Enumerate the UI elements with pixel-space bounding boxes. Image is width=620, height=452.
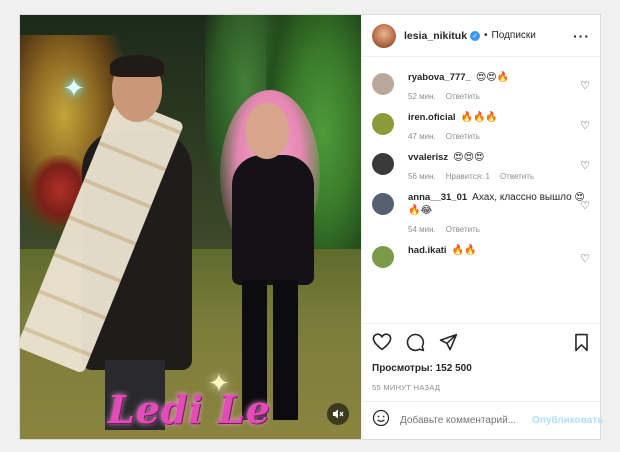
add-comment-bar: Опубликовать: [362, 401, 603, 439]
comment-meta: 47 мин. Ответить: [408, 132, 590, 141]
separator: •: [484, 30, 488, 41]
post-actions: [362, 323, 600, 363]
comment-text: 🔥🔥🔥: [460, 112, 498, 123]
comment-text: 😍😍🔥: [475, 72, 510, 83]
comment-item: anna__31_01 Ахах, классно вышло 😍🔥😂 54 ми…: [372, 191, 590, 234]
comment-time[interactable]: 47 мин.: [408, 132, 436, 141]
commenter-avatar[interactable]: [372, 153, 394, 175]
comment-time[interactable]: 52 мин.: [408, 92, 436, 101]
post-video[interactable]: ✦ ✦ Ledi Le: [20, 15, 361, 439]
reply-button[interactable]: Ответить: [500, 172, 534, 181]
commenter-avatar[interactable]: [372, 246, 394, 268]
heart-icon[interactable]: ♡: [580, 79, 590, 92]
video-watermark: Ledi Le: [108, 387, 272, 432]
commenter-avatar[interactable]: [372, 113, 394, 135]
comment-item: ryabova_777_ 😍😍🔥 52 мин. Ответить ♡: [372, 71, 590, 101]
comment-time[interactable]: 56 мин.: [408, 172, 436, 181]
man-hair: [110, 55, 164, 77]
bookmark-icon[interactable]: [573, 333, 590, 355]
comment-text: 😍😍😍: [453, 152, 485, 163]
heart-icon[interactable]: ♡: [580, 199, 590, 212]
commenter-username[interactable]: anna__31_01: [408, 192, 467, 203]
following-button[interactable]: Подписки: [492, 30, 536, 41]
comment-input[interactable]: [400, 415, 532, 426]
comment-body: ryabova_777_ 😍😍🔥 52 мин. Ответить: [408, 71, 590, 101]
post-header: lesia_nikituk ✓ • Подписки ···: [362, 15, 600, 57]
post-time[interactable]: 55 МИНУТ НАЗАД: [362, 379, 600, 395]
comment-meta: 52 мин. Ответить: [408, 92, 590, 101]
comment-meta: 54 мин. Ответить: [408, 225, 590, 234]
heart-icon[interactable]: ♡: [580, 119, 590, 132]
heart-icon[interactable]: [372, 333, 392, 354]
reply-button[interactable]: Ответить: [446, 225, 480, 234]
woman-head: [245, 103, 289, 159]
commenter-username[interactable]: vvalerisz: [408, 152, 448, 163]
comment-likes[interactable]: Нравится: 1: [446, 172, 490, 181]
share-glyph: [439, 333, 458, 350]
commenter-avatar[interactable]: [372, 73, 394, 95]
comment-item: had.ikati 🔥🔥 ♡: [372, 244, 590, 268]
commenter-username[interactable]: iren.oficial: [408, 112, 456, 123]
views-count[interactable]: Просмотры: 152 500: [362, 363, 600, 379]
publish-button[interactable]: Опубликовать: [532, 415, 603, 426]
comments-list[interactable]: ryabova_777_ 😍😍🔥 52 мин. Ответить ♡ iren.o…: [362, 57, 600, 323]
comment-text: 🔥🔥: [451, 245, 477, 256]
author-username[interactable]: lesia_nikituk: [404, 30, 467, 42]
comment-body: anna__31_01 Ахах, классно вышло 😍🔥😂 54 ми…: [408, 191, 590, 234]
heart-icon[interactable]: ♡: [580, 252, 590, 265]
reply-button[interactable]: Ответить: [446, 132, 480, 141]
instagram-post: ✦ ✦ Ledi Le lesia_nikituk ✓ • Подписки ·…: [19, 14, 603, 440]
post-sidebar: lesia_nikituk ✓ • Подписки ··· ryabova_7…: [361, 15, 603, 439]
sparkle-icon: ✦: [63, 73, 85, 103]
comment-item: vvalerisz 😍😍😍 56 мин. Нравится: 1 Ответить …: [372, 151, 590, 181]
bookmark-glyph: [575, 333, 588, 351]
comment-body: iren.oficial 🔥🔥🔥 47 мин. Ответить: [408, 111, 590, 141]
comment-body: vvalerisz 😍😍😍 56 мин. Нравится: 1 Ответить: [408, 151, 590, 181]
paper-plane-icon[interactable]: [439, 333, 458, 355]
commenter-avatar[interactable]: [372, 193, 394, 215]
more-dots-icon[interactable]: ···: [573, 28, 590, 44]
smile-icon[interactable]: [372, 409, 390, 432]
speaker-muted-glyph: [333, 409, 344, 419]
comment-item: iren.oficial 🔥🔥🔥 47 мин. Ответить ♡: [372, 111, 590, 141]
comment-glyph: [406, 333, 425, 351]
comment-body: had.ikati 🔥🔥: [408, 244, 590, 257]
commenter-username[interactable]: ryabova_777_: [408, 72, 471, 83]
verified-badge-icon: ✓: [470, 30, 481, 41]
heart-glyph: [372, 333, 392, 351]
author-avatar[interactable]: [372, 23, 396, 48]
reply-button[interactable]: Ответить: [446, 92, 480, 101]
heart-icon[interactable]: ♡: [580, 159, 590, 172]
comment-time[interactable]: 54 мин.: [408, 225, 436, 234]
woman-figure: [232, 155, 314, 285]
comment-meta: 56 мин. Нравится: 1 Ответить: [408, 172, 590, 181]
speaker-muted-icon[interactable]: [327, 403, 349, 425]
comment-bubble-icon[interactable]: [406, 333, 425, 355]
commenter-username[interactable]: had.ikati: [408, 245, 447, 256]
smile-glyph: [372, 409, 390, 427]
